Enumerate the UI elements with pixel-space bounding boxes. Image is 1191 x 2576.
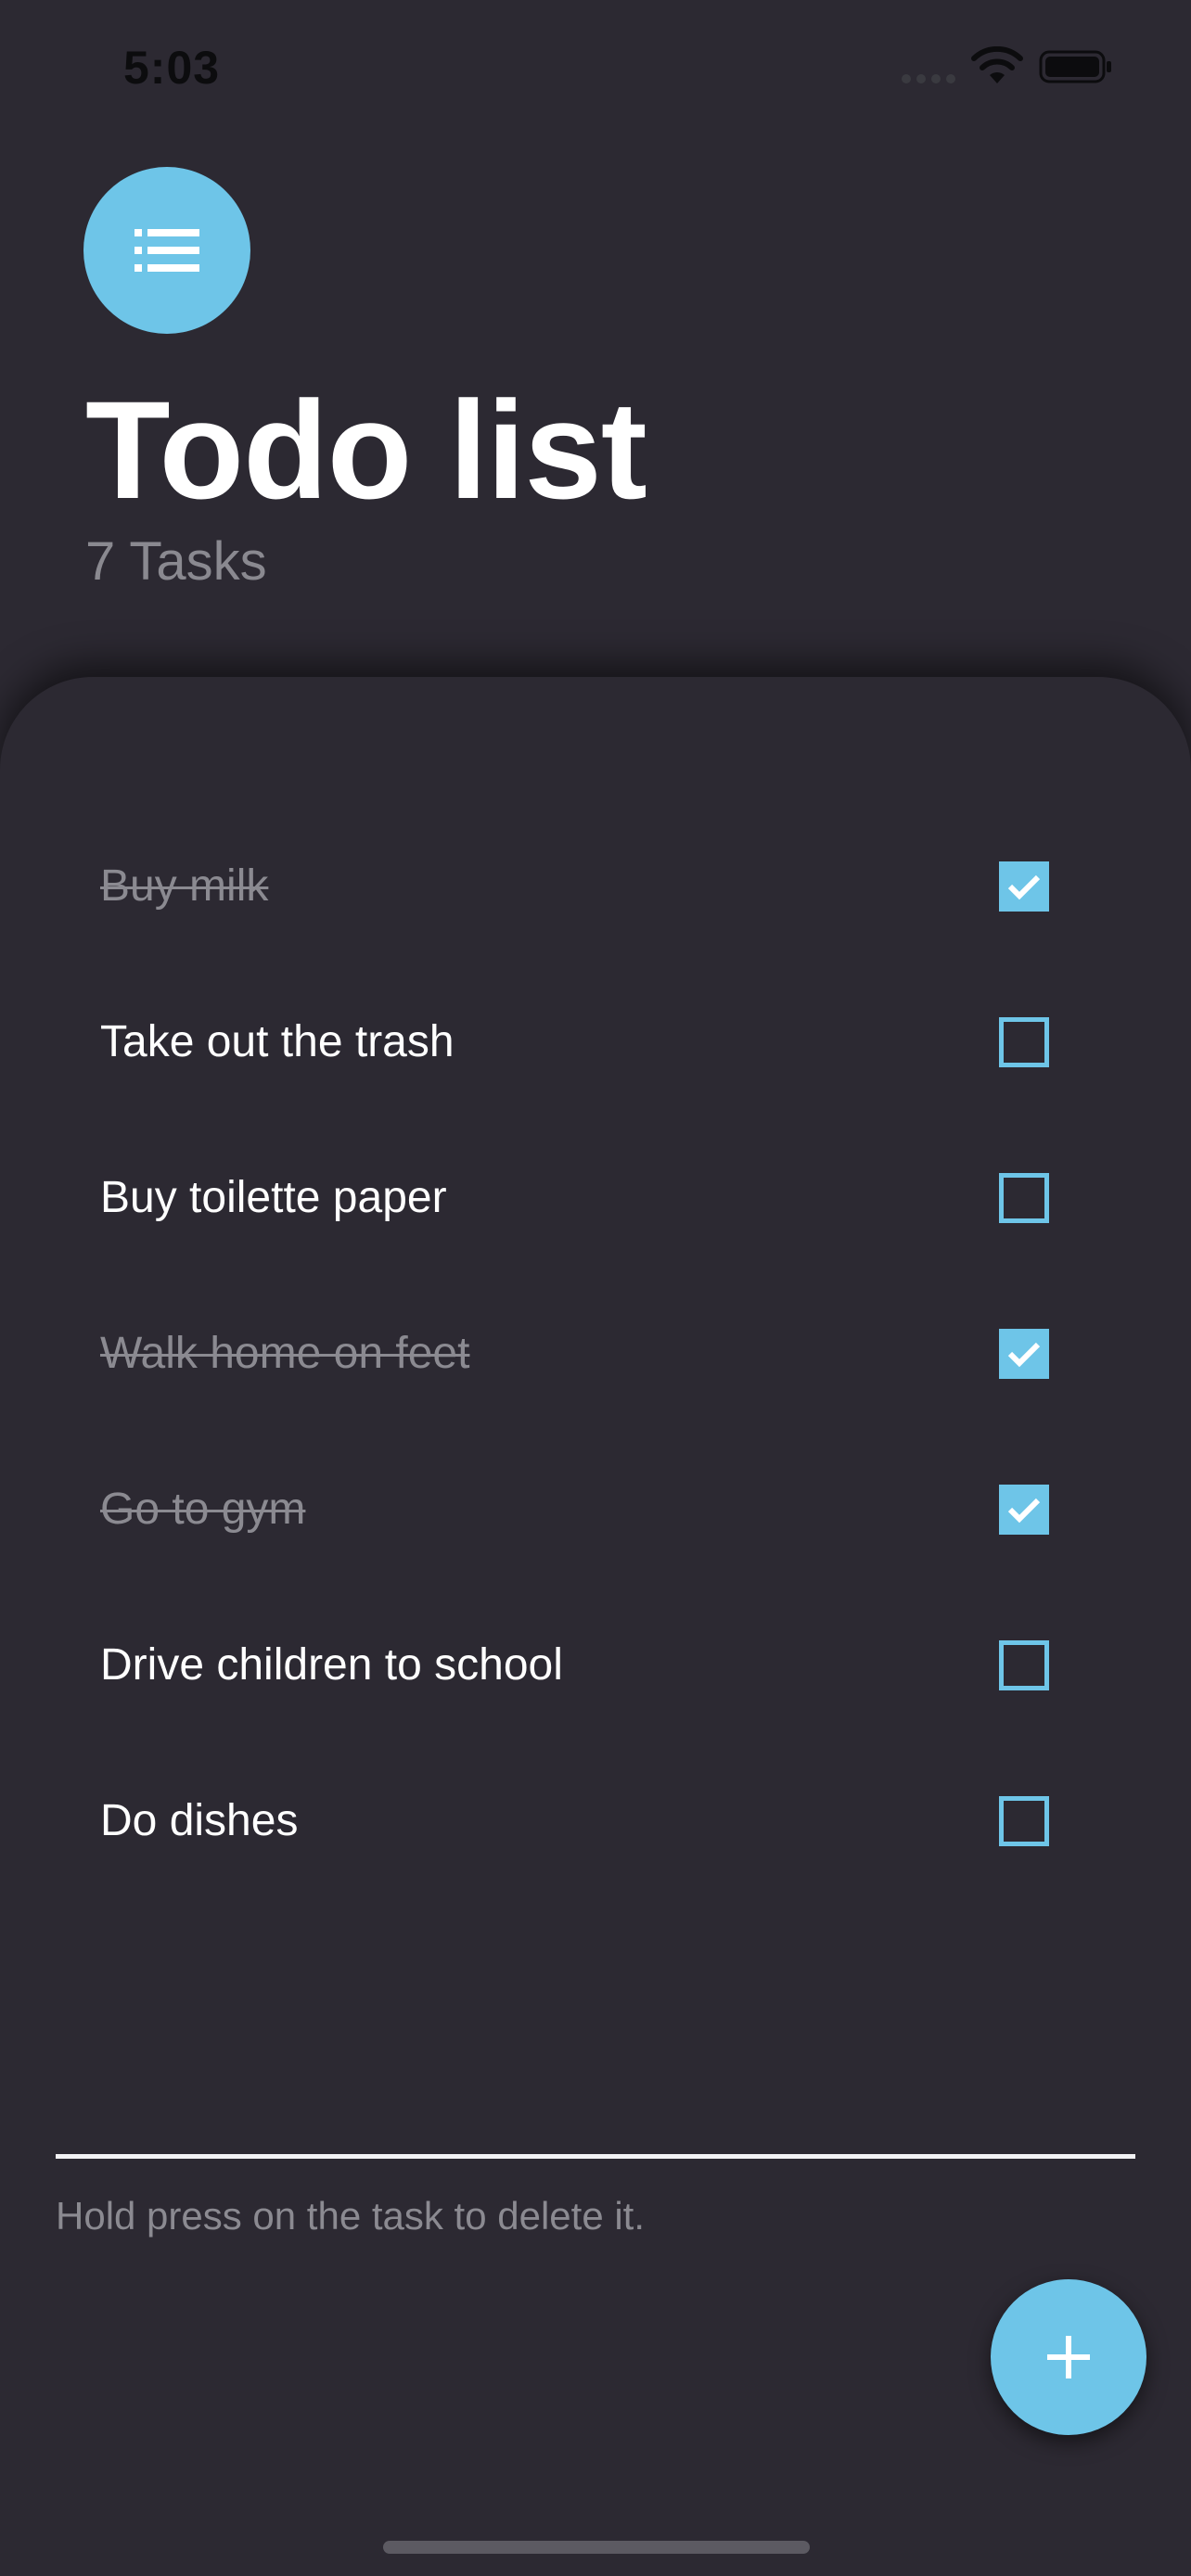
task-row[interactable]: Walk home on feet bbox=[0, 1276, 1191, 1432]
task-label: Drive children to school bbox=[100, 1640, 563, 1690]
add-task-button[interactable] bbox=[991, 2279, 1146, 2435]
task-row[interactable]: Buy toilette paper bbox=[0, 1120, 1191, 1276]
page-title: Todo list bbox=[85, 372, 647, 528]
task-label: Buy toilette paper bbox=[100, 1173, 447, 1222]
task-label: Walk home on feet bbox=[100, 1329, 470, 1378]
task-checkbox[interactable] bbox=[999, 1796, 1049, 1846]
task-count: 7 Tasks bbox=[85, 531, 267, 592]
task-row[interactable]: Go to gym bbox=[0, 1432, 1191, 1588]
task-checkbox[interactable] bbox=[999, 1640, 1049, 1690]
battery-icon bbox=[1039, 50, 1111, 83]
task-label: Buy milk bbox=[100, 861, 269, 911]
task-checkbox[interactable] bbox=[999, 1173, 1049, 1223]
list-icon bbox=[134, 229, 199, 272]
task-checkbox[interactable] bbox=[999, 1485, 1049, 1535]
signal-dots-icon bbox=[902, 74, 957, 85]
check-icon bbox=[1007, 874, 1041, 900]
menu-button[interactable] bbox=[83, 167, 250, 334]
status-time: 5:03 bbox=[123, 42, 221, 94]
task-row[interactable]: Drive children to school bbox=[0, 1588, 1191, 1743]
footer-divider bbox=[56, 2154, 1135, 2159]
task-checkbox[interactable] bbox=[999, 861, 1049, 912]
task-row[interactable]: Take out the trash bbox=[0, 964, 1191, 1120]
task-label: Go to gym bbox=[100, 1485, 306, 1534]
task-checkbox[interactable] bbox=[999, 1329, 1049, 1379]
check-icon bbox=[1007, 1498, 1041, 1524]
status-bar: 5:03 bbox=[0, 0, 1191, 130]
wifi-icon bbox=[971, 46, 1023, 83]
task-checkbox[interactable] bbox=[999, 1017, 1049, 1067]
task-row[interactable]: Buy milk bbox=[0, 809, 1191, 964]
plus-icon bbox=[1047, 2336, 1090, 2378]
task-row[interactable]: Do dishes bbox=[0, 1743, 1191, 1899]
task-label: Take out the trash bbox=[100, 1017, 455, 1066]
hint-text: Hold press on the task to delete it. bbox=[56, 2194, 646, 2238]
task-label: Do dishes bbox=[100, 1796, 299, 1845]
check-icon bbox=[1007, 1342, 1041, 1368]
home-indicator[interactable] bbox=[383, 2541, 810, 2554]
